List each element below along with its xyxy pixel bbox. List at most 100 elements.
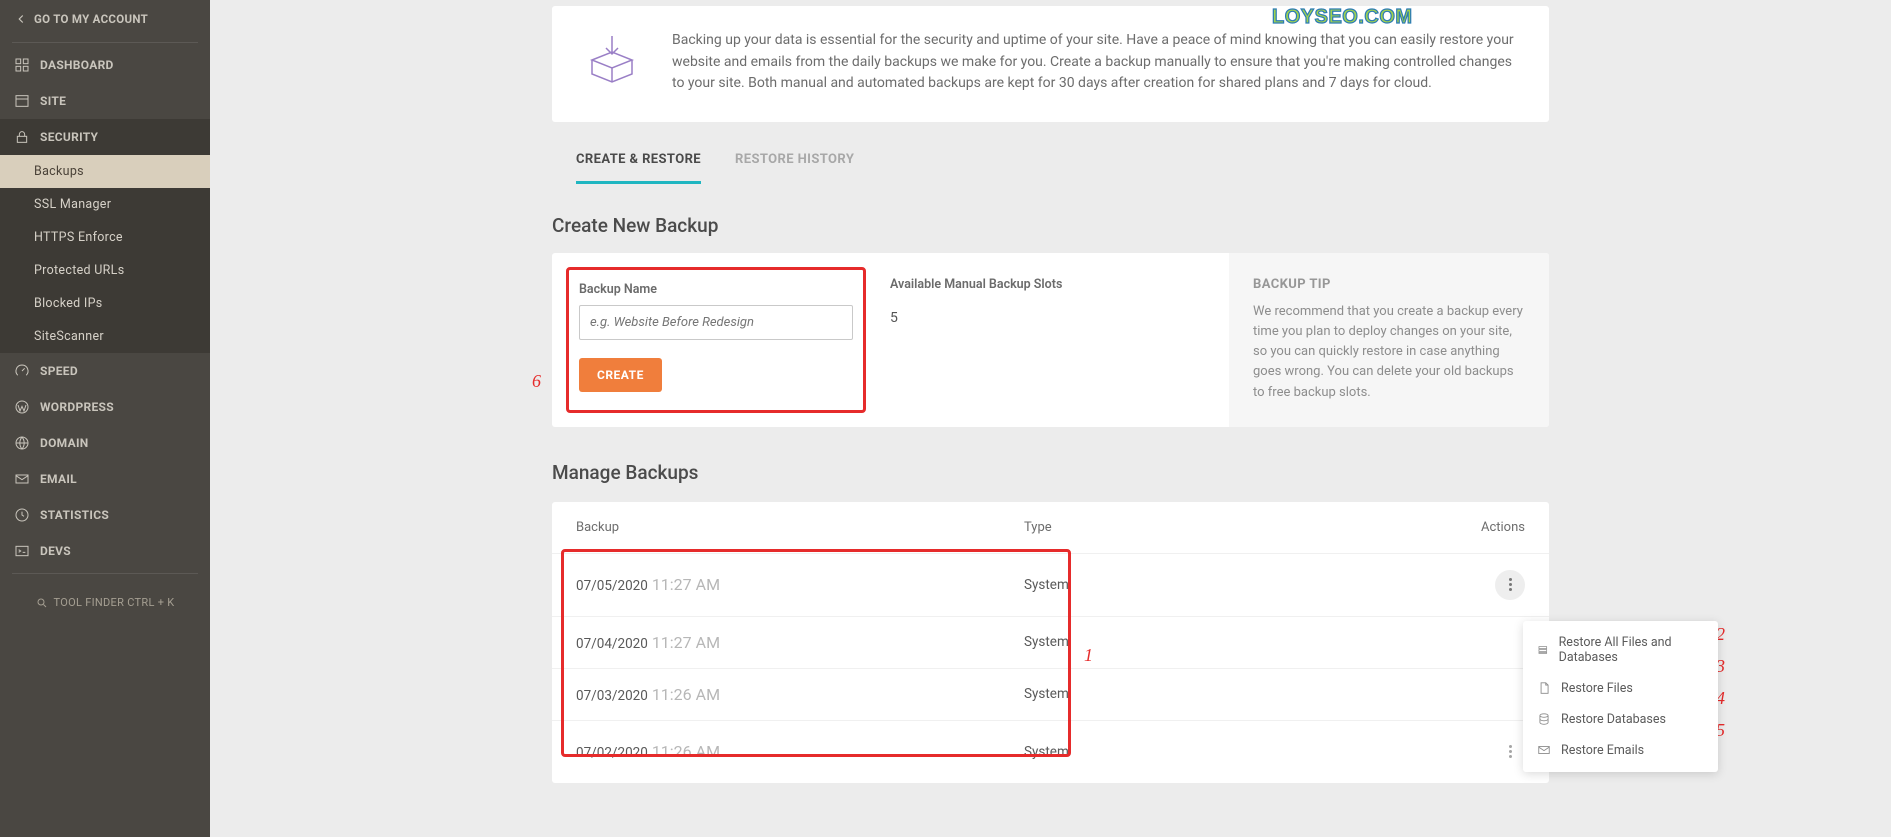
mail-icon [1537, 743, 1551, 757]
create-button[interactable]: CREATE [579, 358, 662, 392]
sub-label: SiteScanner [34, 329, 104, 344]
backup-time: 11:27 AM [652, 575, 720, 594]
popup-restore-files[interactable]: Restore Files [1523, 673, 1718, 704]
tip-text: We recommend that you create a backup ev… [1253, 302, 1525, 403]
sidebar-item-dashboard[interactable]: DASHBOARD [0, 47, 210, 83]
backup-type: System [1024, 744, 1445, 760]
sub-label: Protected URLs [34, 263, 124, 278]
go-to-account-label: GO TO MY ACCOUNT [34, 12, 148, 26]
intro-card: Backing up your data is essential for th… [552, 6, 1549, 122]
sidebar-item-label: STATISTICS [40, 508, 109, 522]
sidebar-sub-ssl-manager[interactable]: SSL Manager [0, 188, 210, 221]
terminal-icon [14, 543, 30, 559]
tip-title: BACKUP TIP [1253, 277, 1525, 292]
backup-time: 11:26 AM [652, 742, 720, 761]
sidebar-item-security[interactable]: SECURITY [0, 119, 210, 155]
manage-backups-card: Backup Type Actions 1 07/05/2020 11:27 A… [552, 502, 1549, 783]
table-row: 07/03/2020 11:26 AM System [552, 668, 1549, 720]
go-to-account-link[interactable]: GO TO MY ACCOUNT [0, 0, 210, 38]
popup-restore-emails[interactable]: Restore Emails [1523, 735, 1718, 766]
backup-time: 11:27 AM [652, 633, 720, 652]
sidebar-item-domain[interactable]: DOMAIN [0, 425, 210, 461]
backup-date: 07/02/2020 [576, 745, 648, 761]
backup-name-label: Backup Name [579, 282, 657, 297]
sidebar-item-site[interactable]: SITE [0, 83, 210, 119]
sidebar-item-label: SPEED [40, 364, 78, 378]
tabs: CREATE & RESTORE RESTORE HISTORY [576, 152, 1549, 184]
main-content: LOYSEO.COM Backing up your data is essen… [210, 0, 1891, 837]
tab-restore-history[interactable]: RESTORE HISTORY [735, 152, 854, 184]
sidebar-item-devs[interactable]: DEVS [0, 533, 210, 569]
sidebar-item-email[interactable]: EMAIL [0, 461, 210, 497]
sidebar-sub-sitescanner[interactable]: SiteScanner [0, 320, 210, 353]
popup-label: Restore All Files and Databases [1559, 635, 1704, 665]
table-row: 07/02/2020 11:26 AM System [552, 720, 1549, 783]
sidebar-item-label: SITE [40, 94, 66, 108]
table-row: 07/05/2020 11:27 AM System [552, 553, 1549, 616]
sidebar-item-wordpress[interactable]: WORDPRESS [0, 389, 210, 425]
backup-type: System [1024, 577, 1445, 593]
popup-label: Restore Files [1561, 681, 1633, 696]
arrow-left-icon [14, 12, 28, 26]
tab-create-restore[interactable]: CREATE & RESTORE [576, 152, 701, 184]
lock-icon [14, 129, 30, 145]
row-actions-button[interactable] [1495, 737, 1525, 767]
col-type: Type [1024, 520, 1445, 535]
backup-date: 07/05/2020 [576, 578, 648, 594]
table-header: Backup Type Actions [552, 502, 1549, 553]
create-new-backup-title: Create New Backup [552, 214, 1549, 237]
sub-label: HTTPS Enforce [34, 230, 123, 245]
col-backup: Backup [576, 520, 1024, 535]
sidebar-sub-https-enforce[interactable]: HTTPS Enforce [0, 221, 210, 254]
backup-date: 07/03/2020 [576, 688, 648, 704]
tab-label: RESTORE HISTORY [735, 152, 854, 167]
sidebar-sub-protected-urls[interactable]: Protected URLs [0, 254, 210, 287]
actions-popup: Restore All Files and Databases Restore … [1523, 621, 1718, 772]
sub-label: SSL Manager [34, 197, 111, 212]
slots-label: Available Manual Backup Slots [890, 277, 1205, 292]
gauge-icon [14, 363, 30, 379]
annotation-6: 6 [532, 371, 541, 392]
backup-type: System [1024, 634, 1445, 650]
sidebar-sub-blocked-ips[interactable]: Blocked IPs [0, 287, 210, 320]
sub-label: Blocked IPs [34, 296, 103, 311]
layers-icon [1537, 643, 1549, 657]
sidebar-item-speed[interactable]: SPEED [0, 353, 210, 389]
backup-box-icon [580, 30, 644, 98]
sidebar-item-statistics[interactable]: STATISTICS [0, 497, 210, 533]
popup-restore-all[interactable]: Restore All Files and Databases [1523, 627, 1718, 673]
clock-icon [14, 507, 30, 523]
sidebar-item-label: WORDPRESS [40, 400, 114, 414]
layout-icon [14, 93, 30, 109]
mail-icon [14, 471, 30, 487]
globe-icon [14, 435, 30, 451]
intro-text: Backing up your data is essential for th… [672, 30, 1521, 98]
col-actions: Actions [1445, 520, 1525, 535]
create-backup-card: Backup Name CREATE Available Manual Back… [552, 253, 1549, 427]
backup-type: System [1024, 686, 1445, 702]
tool-finder-label: TOOL FINDER CTRL + K [54, 596, 175, 609]
sidebar-sub-backups[interactable]: Backups [0, 155, 210, 188]
sidebar-item-label: DOMAIN [40, 436, 89, 450]
popup-label: Restore Emails [1561, 743, 1644, 758]
manage-backups-title: Manage Backups [552, 461, 1549, 484]
row-actions-button[interactable] [1495, 570, 1525, 600]
tool-finder[interactable]: TOOL FINDER CTRL + K [36, 596, 175, 609]
button-label: CREATE [597, 368, 644, 382]
sidebar-item-label: DEVS [40, 544, 71, 558]
sidebar-item-label: DASHBOARD [40, 58, 114, 72]
popup-restore-databases[interactable]: Restore Databases [1523, 704, 1718, 735]
search-icon [36, 597, 48, 609]
file-icon [1537, 681, 1551, 695]
grid-icon [14, 57, 30, 73]
database-icon [1537, 712, 1551, 726]
table-row: 07/04/2020 11:27 AM System [552, 616, 1549, 668]
backup-tip-box: BACKUP TIP We recommend that you create … [1229, 253, 1549, 427]
security-submenu: Backups SSL Manager HTTPS Enforce Protec… [0, 155, 210, 353]
tab-label: CREATE & RESTORE [576, 152, 701, 167]
slots-value: 5 [890, 310, 1205, 326]
divider [12, 42, 198, 43]
sidebar-item-label: EMAIL [40, 472, 77, 486]
backup-name-input[interactable] [579, 305, 853, 340]
popup-label: Restore Databases [1561, 712, 1666, 727]
